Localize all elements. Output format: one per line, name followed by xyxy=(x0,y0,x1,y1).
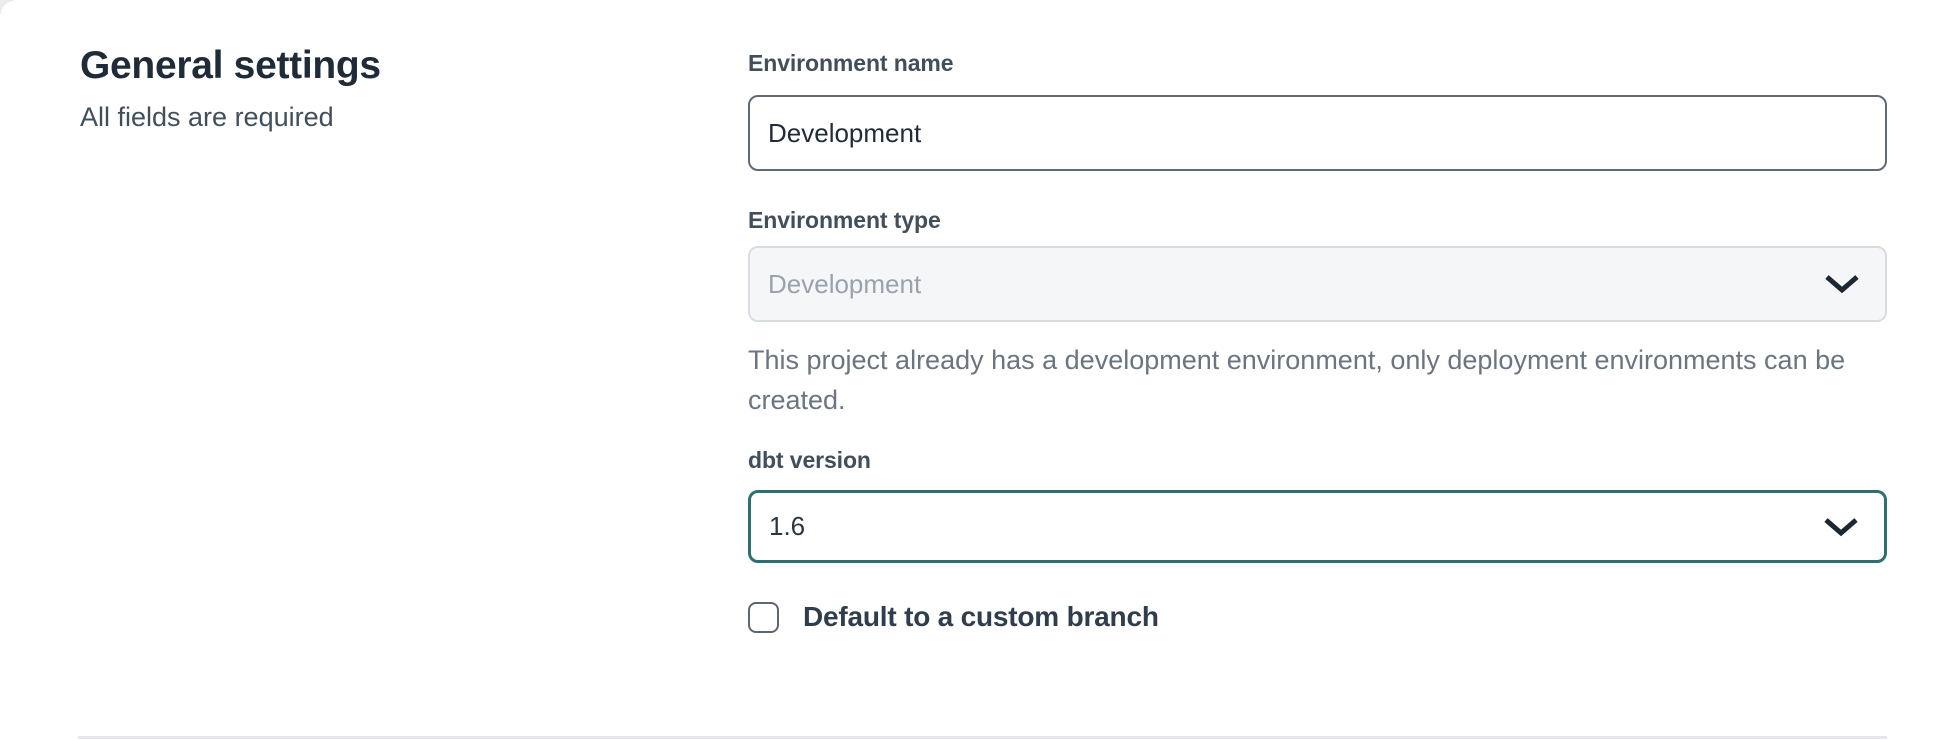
section-divider xyxy=(78,736,1887,739)
card-corner-decoration xyxy=(0,0,14,14)
environment-type-label: Environment type xyxy=(748,207,941,234)
environment-name-label: Environment name xyxy=(748,50,953,77)
custom-branch-checkbox[interactable] xyxy=(748,602,779,633)
page-title: General settings xyxy=(80,44,381,88)
environment-type-select: Development xyxy=(748,246,1887,322)
custom-branch-label[interactable]: Default to a custom branch xyxy=(803,601,1159,633)
environment-type-value: Development xyxy=(768,269,921,300)
dbt-version-select[interactable]: 1.6 xyxy=(748,490,1887,563)
environment-name-input[interactable] xyxy=(748,95,1887,171)
environment-type-helper-text: This project already has a development e… xyxy=(748,340,1873,420)
custom-branch-checkbox-row[interactable]: Default to a custom branch xyxy=(748,600,1159,634)
dbt-version-value: 1.6 xyxy=(769,511,805,542)
dbt-version-label: dbt version xyxy=(748,447,871,474)
chevron-down-icon xyxy=(1823,273,1861,295)
chevron-down-icon xyxy=(1822,516,1860,538)
page-subtitle: All fields are required xyxy=(80,102,334,133)
